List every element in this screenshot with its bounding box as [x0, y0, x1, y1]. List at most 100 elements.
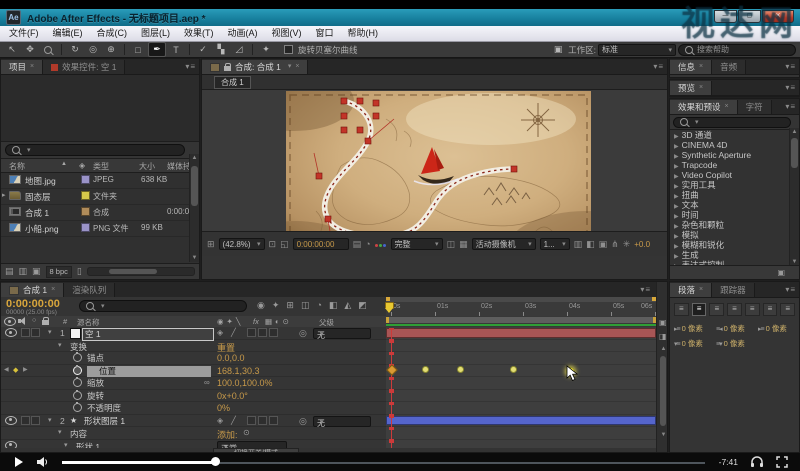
solo-column-icon[interactable]: ○ [32, 317, 36, 324]
timeline-track-row[interactable] [386, 327, 656, 340]
tab-paragraph[interactable]: 段落× [670, 283, 712, 297]
tab-tracker[interactable]: 跟踪器 [712, 283, 755, 297]
fullscreen-icon[interactable] [776, 456, 788, 468]
close-icon[interactable]: × [51, 283, 55, 297]
property-value[interactable]: 100.0,100.0% [217, 378, 273, 388]
rectangle-tool-icon[interactable]: □ [130, 43, 146, 56]
fast-preview-icon[interactable]: ◧ [586, 239, 595, 250]
twirl-icon[interactable]: ▾ [58, 428, 62, 436]
stopwatch-icon[interactable] [73, 403, 82, 412]
channel-icon[interactable] [375, 240, 387, 249]
timeline-track-row[interactable] [386, 415, 656, 428]
brush-tool-icon[interactable]: ✓ [195, 43, 211, 56]
label-column-icon[interactable]: ◈ [79, 161, 85, 170]
video-column-icon[interactable] [4, 317, 16, 326]
property-label[interactable]: 位置 [87, 366, 211, 377]
effects-search-input[interactable]: ▾ [673, 117, 791, 128]
timeline-track-row[interactable] [386, 390, 656, 403]
effect-category[interactable]: ▶实用工具 [670, 180, 799, 190]
indent-field[interactable]: ≡▾0 像素 [716, 338, 752, 349]
property-label[interactable]: 不透明度 [87, 403, 121, 414]
timeline-track-row[interactable] [386, 340, 656, 353]
label-swatch[interactable] [81, 191, 90, 200]
effect-category[interactable]: ▶模拟 [670, 230, 799, 240]
menu-item[interactable]: 动画(A) [221, 26, 265, 41]
property-value[interactable]: 0.0,0.0 [217, 353, 245, 363]
justify-last-center-button[interactable]: ≡ [745, 303, 760, 316]
rotation-tool-icon[interactable]: ↻ [67, 43, 83, 56]
timeline-row[interactable]: 锚点0.0,0.0 [1, 352, 386, 365]
panel-menu-icon[interactable]: ▾≡ [785, 102, 796, 111]
scroll-up-icon[interactable]: ▲ [659, 346, 668, 352]
property-label[interactable]: 旋转 [87, 391, 104, 402]
panel-menu-icon[interactable]: ▾≡ [785, 285, 796, 294]
property-value[interactable]: 168.1,30.3 [217, 366, 260, 376]
column-name[interactable]: 名称 [9, 161, 25, 172]
project-search-input[interactable]: ▾ [5, 144, 185, 156]
project-item[interactable]: 合成 1合成0:00:0 [1, 205, 199, 221]
project-item[interactable]: 小船.pngPNG 文件99 KB [1, 221, 199, 237]
draft-3d-icon[interactable]: ✦ [272, 300, 280, 311]
tab-preview[interactable]: 预览× [670, 81, 712, 95]
add-icon[interactable]: ⊙ [243, 428, 250, 437]
keyframe-dot[interactable] [422, 366, 429, 373]
project-hscrollbar[interactable] [87, 267, 195, 276]
timeline-row[interactable]: 缩放∞100.0,100.0% [1, 377, 386, 390]
maximize-button[interactable]: ▢ [738, 10, 761, 23]
timeline-track-row[interactable] [386, 402, 656, 415]
effect-category[interactable]: ▶Synthetic Aperture [670, 150, 799, 160]
always-preview-icon[interactable]: ⊞ [207, 239, 215, 250]
play-icon[interactable] [14, 456, 24, 468]
new-preset-icon[interactable]: ▣ [777, 268, 785, 277]
timeline-search-input[interactable]: ▾ [79, 300, 247, 312]
align-left-button[interactable]: ≡ [674, 303, 689, 316]
project-scrollbar[interactable]: ▲▼ [189, 154, 199, 262]
kf-nav-diamond-icon[interactable]: ◆ [13, 366, 18, 374]
effect-category[interactable]: ▶扭曲 [670, 190, 799, 200]
clone-stamp-tool-icon[interactable]: ▚ [213, 43, 229, 56]
layer-duration-bar[interactable] [386, 328, 656, 338]
exposure-icon[interactable]: ✳ [623, 239, 631, 250]
motion-blur-icon[interactable]: ◔ [316, 300, 321, 311]
interpret-footage-icon[interactable]: ▤ [5, 266, 14, 277]
pan-behind-tool-icon[interactable]: ⊕ [103, 43, 119, 56]
panel-menu-icon[interactable]: ▾≡ [185, 62, 196, 71]
project-item[interactable]: 地图.jpgJPEG638 KB [1, 173, 199, 189]
twirl-icon[interactable]: ▸ [2, 191, 6, 199]
tab-info[interactable]: 信息× [670, 60, 712, 74]
progress-knob[interactable] [211, 457, 220, 466]
magnification-dropdown[interactable]: (42.8%)▾ [219, 238, 265, 250]
breadcrumb[interactable]: 合成 1 [214, 76, 251, 89]
keyframe-dot[interactable] [457, 366, 464, 373]
camera-tool-icon[interactable]: ◎ [85, 43, 101, 56]
layer-duration-bar[interactable] [386, 416, 656, 426]
menu-item[interactable]: 帮助(H) [341, 26, 386, 41]
effects-scrollbar[interactable]: ▲▼ [789, 128, 799, 266]
audio-toggle-box[interactable] [21, 416, 30, 425]
menu-item[interactable]: 图层(L) [134, 26, 177, 41]
indent-field[interactable]: ≡◂0 像素 [716, 323, 752, 334]
timeline-row[interactable]: ◀◆▶位置168.1,30.3 [1, 365, 386, 378]
label-swatch[interactable] [81, 223, 90, 232]
close-button[interactable]: ✕ [762, 10, 794, 23]
comp-marker-icon[interactable]: ▣ [659, 318, 667, 327]
menu-item[interactable]: 窗口 [309, 26, 341, 41]
stopwatch-icon[interactable] [73, 366, 82, 375]
timeline-row[interactable]: 旋转 0x+0.0° [1, 390, 386, 403]
transparency-grid-icon[interactable]: ▦ [459, 239, 468, 250]
stopwatch-icon[interactable] [73, 378, 82, 387]
pickwhip-icon[interactable]: ◎ [299, 416, 307, 427]
current-time-indicator[interactable] [384, 302, 395, 315]
property-value[interactable]: 0x+0.0° [217, 391, 248, 401]
timeline-row[interactable]: ▾1空 1◈╱◎无▾ [1, 327, 386, 340]
effect-category[interactable]: ▶杂色和颗粒 [670, 220, 799, 230]
timeline-row[interactable]: ▾内容添加:⊙ [1, 427, 386, 440]
indent-field[interactable]: ▾≡0 像素 [674, 338, 710, 349]
camera-dropdown[interactable]: 活动摄像机▾ [472, 238, 536, 250]
link-icon[interactable]: ∞ [204, 378, 210, 387]
solo-toggle-box[interactable] [31, 416, 40, 425]
switch-box[interactable] [269, 328, 278, 337]
tab-timeline-comp[interactable]: 合成 1× [1, 283, 64, 297]
type-tool-icon[interactable]: T [168, 43, 184, 56]
effect-category[interactable]: ▶模糊和锐化 [670, 240, 799, 250]
